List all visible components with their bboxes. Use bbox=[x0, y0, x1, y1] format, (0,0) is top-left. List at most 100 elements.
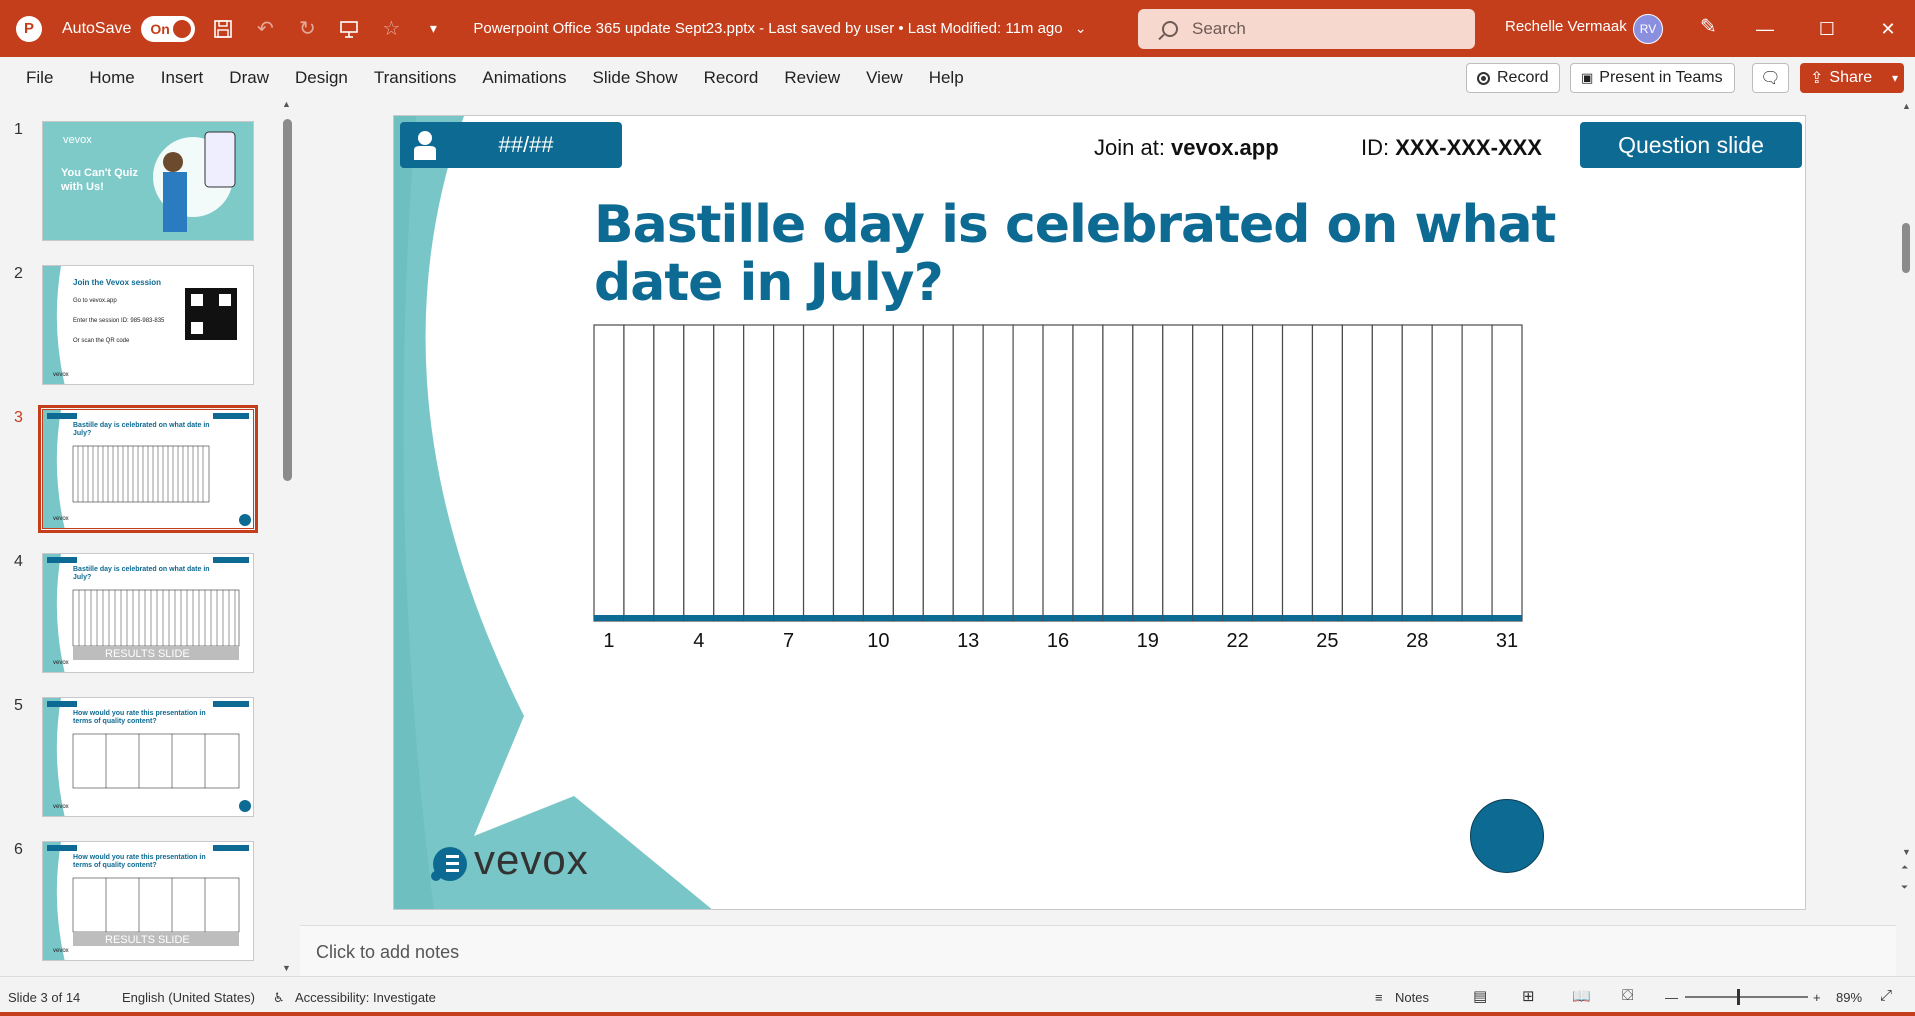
document-title[interactable]: Powerpoint Office 365 update Sept23.pptx… bbox=[473, 20, 1062, 37]
zoom-out-icon[interactable]: — bbox=[1665, 990, 1678, 1005]
bar-29 bbox=[1432, 615, 1463, 621]
x-tick-label: 19 bbox=[1137, 630, 1159, 652]
vevox-logo-icon bbox=[431, 847, 467, 881]
thumbnail-3[interactable]: 3 Bastille day is celebrated on what dat… bbox=[0, 405, 270, 533]
undo-icon[interactable]: ↶ bbox=[251, 15, 279, 43]
tab-record[interactable]: Record bbox=[691, 68, 772, 88]
slide-canvas[interactable]: ##/## Join at: vevox.app ID: XXX-XXX-XXX… bbox=[393, 115, 1806, 910]
redo-icon[interactable]: ↻ bbox=[293, 15, 321, 43]
notes-placeholder: Click to add notes bbox=[316, 942, 460, 962]
scrollbar-thumb[interactable] bbox=[1902, 223, 1910, 273]
previous-slide-icon[interactable]: ⏶ bbox=[1901, 862, 1908, 873]
notes-toggle[interactable]: Notes bbox=[1395, 990, 1429, 1005]
bar-slot-20 bbox=[1162, 324, 1194, 622]
tab-home[interactable]: Home bbox=[76, 68, 147, 88]
thumbnail-2[interactable]: 2 Join the Vevox session Go to vevox.app… bbox=[0, 265, 270, 389]
slide-sorter-icon[interactable]: ⊞ bbox=[1522, 987, 1535, 1005]
accessibility-status[interactable]: Accessibility: Investigate bbox=[295, 990, 436, 1005]
zoom-slider-thumb[interactable] bbox=[1737, 989, 1740, 1005]
bar-7 bbox=[773, 615, 804, 621]
scrollbar-thumb[interactable] bbox=[283, 119, 292, 481]
language[interactable]: English (United States) bbox=[122, 990, 255, 1005]
tab-help[interactable]: Help bbox=[916, 68, 977, 88]
tab-review[interactable]: Review bbox=[771, 68, 853, 88]
tab-design[interactable]: Design bbox=[282, 68, 361, 88]
bar-slot-1 bbox=[593, 324, 625, 622]
tab-draw[interactable]: Draw bbox=[216, 68, 282, 88]
tab-animations[interactable]: Animations bbox=[469, 68, 579, 88]
zoom-slider[interactable] bbox=[1685, 989, 1808, 1005]
bar-slot-3 bbox=[653, 324, 685, 622]
next-slide-icon[interactable]: ⏷ bbox=[1901, 882, 1908, 893]
comments-button[interactable]: 🗨 bbox=[1752, 63, 1789, 93]
chevron-down-icon[interactable]: ⌄ bbox=[1067, 15, 1095, 43]
scroll-down-icon[interactable]: ▼ bbox=[282, 963, 291, 973]
thumbnail-title: How would you rate this presentation in … bbox=[73, 710, 206, 725]
record-label: Record bbox=[1497, 69, 1549, 86]
results-slide-overlay: RESULTS SLIDE bbox=[105, 648, 190, 660]
zoom-level[interactable]: 89% bbox=[1836, 990, 1862, 1005]
bar-19 bbox=[1132, 615, 1163, 621]
autosave-state: On bbox=[150, 20, 170, 37]
x-tick-label: 16 bbox=[1047, 630, 1069, 652]
thumbnail-1[interactable]: 1 vevox You Can't Quiz with Us! bbox=[0, 121, 270, 245]
close-icon[interactable]: ✕ bbox=[1873, 14, 1903, 44]
minimize-icon[interactable]: — bbox=[1750, 14, 1780, 44]
tab-file[interactable]: File bbox=[0, 68, 66, 88]
x-tick-label: 28 bbox=[1406, 630, 1428, 652]
star-icon[interactable]: ☆ bbox=[377, 15, 405, 43]
bar-12 bbox=[923, 615, 954, 621]
customize-toolbar-icon[interactable]: ▾ bbox=[419, 15, 447, 43]
thumbnail-scrollbar[interactable]: ▲ ▼ bbox=[282, 99, 292, 973]
thumbnail-preview: How would you rate this presentation in … bbox=[42, 697, 254, 817]
thumbnail-5[interactable]: 5 How would you rate this presentation i… bbox=[0, 697, 270, 821]
tab-slide-show[interactable]: Slide Show bbox=[580, 68, 691, 88]
scroll-down-icon[interactable]: ▼ bbox=[1902, 847, 1911, 857]
share-chevron-icon[interactable]: ▾ bbox=[1892, 71, 1898, 85]
bar-slot-29 bbox=[1431, 324, 1463, 622]
bar-11 bbox=[893, 615, 924, 621]
status-accent-line bbox=[0, 1012, 1915, 1016]
bar-24 bbox=[1282, 615, 1313, 621]
bar-slot-30 bbox=[1461, 324, 1493, 622]
tab-insert[interactable]: Insert bbox=[148, 68, 217, 88]
reading-view-icon[interactable]: 📖 bbox=[1572, 987, 1591, 1005]
slide-scrollbar[interactable]: ▲ ▼ ⏶ ⏷ bbox=[1898, 99, 1915, 904]
thumbnail-number: 6 bbox=[14, 841, 23, 858]
avatar[interactable]: RV bbox=[1633, 14, 1663, 44]
zoom-in-icon[interactable]: + bbox=[1813, 990, 1821, 1005]
record-button[interactable]: Record bbox=[1466, 63, 1560, 93]
tab-view[interactable]: View bbox=[853, 68, 916, 88]
present-from-start-icon[interactable] bbox=[335, 15, 363, 43]
scroll-up-icon[interactable]: ▲ bbox=[1902, 101, 1911, 111]
accessibility-icon: ♿ bbox=[273, 990, 285, 1005]
normal-view-icon[interactable]: ▤ bbox=[1473, 987, 1487, 1005]
bar-8 bbox=[803, 615, 834, 621]
present-in-teams-button[interactable]: ▣ Present in Teams bbox=[1570, 63, 1735, 93]
bar-slot-10 bbox=[862, 324, 894, 622]
fit-to-window-icon[interactable]: ⤢ bbox=[1880, 987, 1892, 1004]
autosave-toggle[interactable]: On bbox=[141, 15, 196, 42]
bar-1 bbox=[594, 615, 624, 621]
bar-28 bbox=[1402, 615, 1433, 621]
slide-show-icon[interactable]: ⛋ bbox=[1622, 987, 1633, 1004]
user-name[interactable]: Rechelle Vermaak bbox=[1505, 18, 1627, 35]
thumbnail-6[interactable]: 6 How would you rate this presentation i… bbox=[0, 841, 270, 965]
tab-transitions[interactable]: Transitions bbox=[361, 68, 470, 88]
bar-slot-26 bbox=[1341, 324, 1373, 622]
thumbnail-preview: Bastille day is celebrated on what date … bbox=[38, 405, 258, 533]
present-label: Present in Teams bbox=[1599, 69, 1723, 86]
thumbnail-4[interactable]: 4 Bastille day is celebrated on what dat… bbox=[0, 553, 270, 677]
slide-info[interactable]: Slide 3 of 14 bbox=[8, 990, 80, 1005]
maximize-icon[interactable]: ☐ bbox=[1812, 14, 1842, 44]
thumbnail-number: 1 bbox=[14, 121, 23, 138]
notes-pane[interactable]: Click to add notes bbox=[300, 925, 1896, 977]
share-button[interactable]: ⇪ Share ▾ bbox=[1800, 63, 1904, 93]
scroll-up-icon[interactable]: ▲ bbox=[282, 99, 291, 109]
vevox-logo-text: vevox bbox=[474, 836, 589, 883]
designer-pen-icon[interactable]: ✎ bbox=[1700, 14, 1717, 39]
save-icon[interactable] bbox=[209, 15, 237, 43]
bar-5 bbox=[713, 615, 744, 621]
bar-18 bbox=[1102, 615, 1133, 621]
search-box[interactable]: Search bbox=[1138, 9, 1475, 49]
